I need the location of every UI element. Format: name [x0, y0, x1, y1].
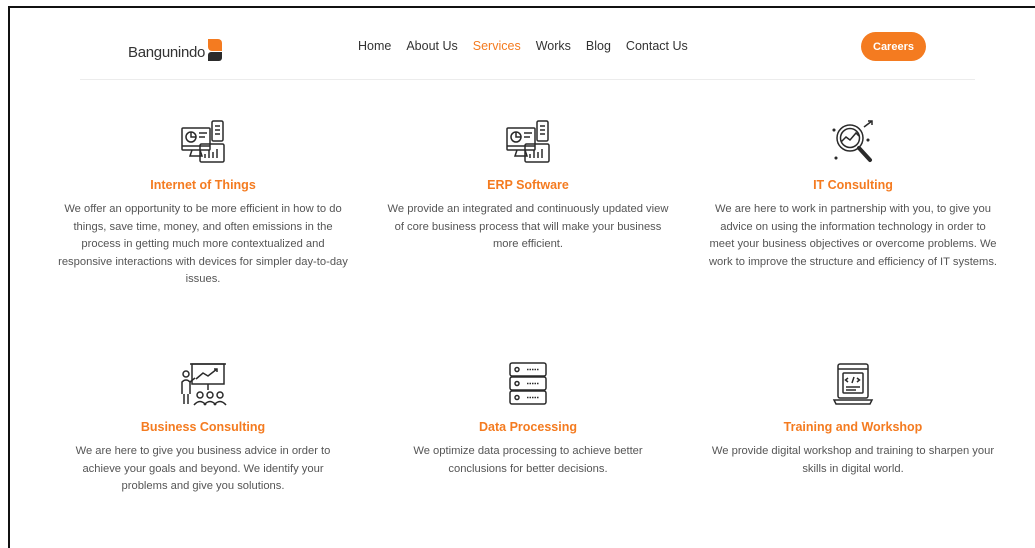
nav-services[interactable]: Services — [473, 39, 521, 53]
iot-devices-icon — [181, 120, 225, 163]
analytics-magnifier-icon — [832, 120, 873, 162]
page-frame: Bangunindo Home About Us Services Works … — [8, 6, 1035, 548]
service-title: IT Consulting — [813, 178, 893, 192]
presentation-icon — [181, 363, 227, 406]
service-card-iot: Internet of Things We offer an opportuni… — [58, 118, 348, 289]
careers-button[interactable]: Careers — [861, 32, 926, 61]
service-description: We provide an integrated and continuousl… — [387, 203, 669, 250]
service-title: Data Processing — [479, 420, 577, 434]
service-card-erp: ERP Software We provide an integrated an… — [383, 118, 673, 254]
service-title: ERP Software — [487, 178, 569, 192]
service-description: We are here to work in partnership with … — [708, 203, 998, 268]
service-card-it-consulting: IT Consulting We are here to work in par… — [708, 118, 998, 271]
service-title: Business Consulting — [140, 420, 266, 434]
logo-mark-icon — [208, 39, 223, 61]
service-description: We provide digital workshop and training… — [711, 445, 995, 475]
nav-blog[interactable]: Blog — [586, 39, 611, 53]
logo[interactable]: Bangunindo — [128, 30, 223, 61]
server-stack-icon — [509, 362, 547, 405]
service-title: Internet of Things — [150, 178, 256, 192]
nav-contact-us[interactable]: Contact Us — [626, 39, 688, 53]
service-description: We optimize data processing to achieve b… — [413, 445, 643, 475]
nav-home[interactable]: Home — [358, 39, 391, 53]
nav-works[interactable]: Works — [536, 39, 571, 53]
main-nav: Home About Us Services Works Blog Contac… — [358, 39, 688, 53]
code-laptop-icon — [832, 363, 874, 405]
service-description: We are here to give you business advice … — [75, 445, 331, 492]
service-card-data-processing: Data Processing We optimize data process… — [383, 360, 673, 478]
erp-devices-icon — [506, 120, 550, 163]
service-title: Training and Workshop — [783, 420, 923, 434]
nav-about-us[interactable]: About Us — [406, 39, 457, 53]
service-description: We offer an opportunity to be more effic… — [58, 203, 348, 285]
site-header: Bangunindo Home About Us Services Works … — [80, 24, 975, 80]
service-card-business-consulting: Business Consulting We are here to give … — [58, 360, 348, 496]
service-card-training-workshop: Training and Workshop We provide digital… — [708, 360, 998, 478]
logo-text: Bangunindo — [128, 44, 206, 61]
